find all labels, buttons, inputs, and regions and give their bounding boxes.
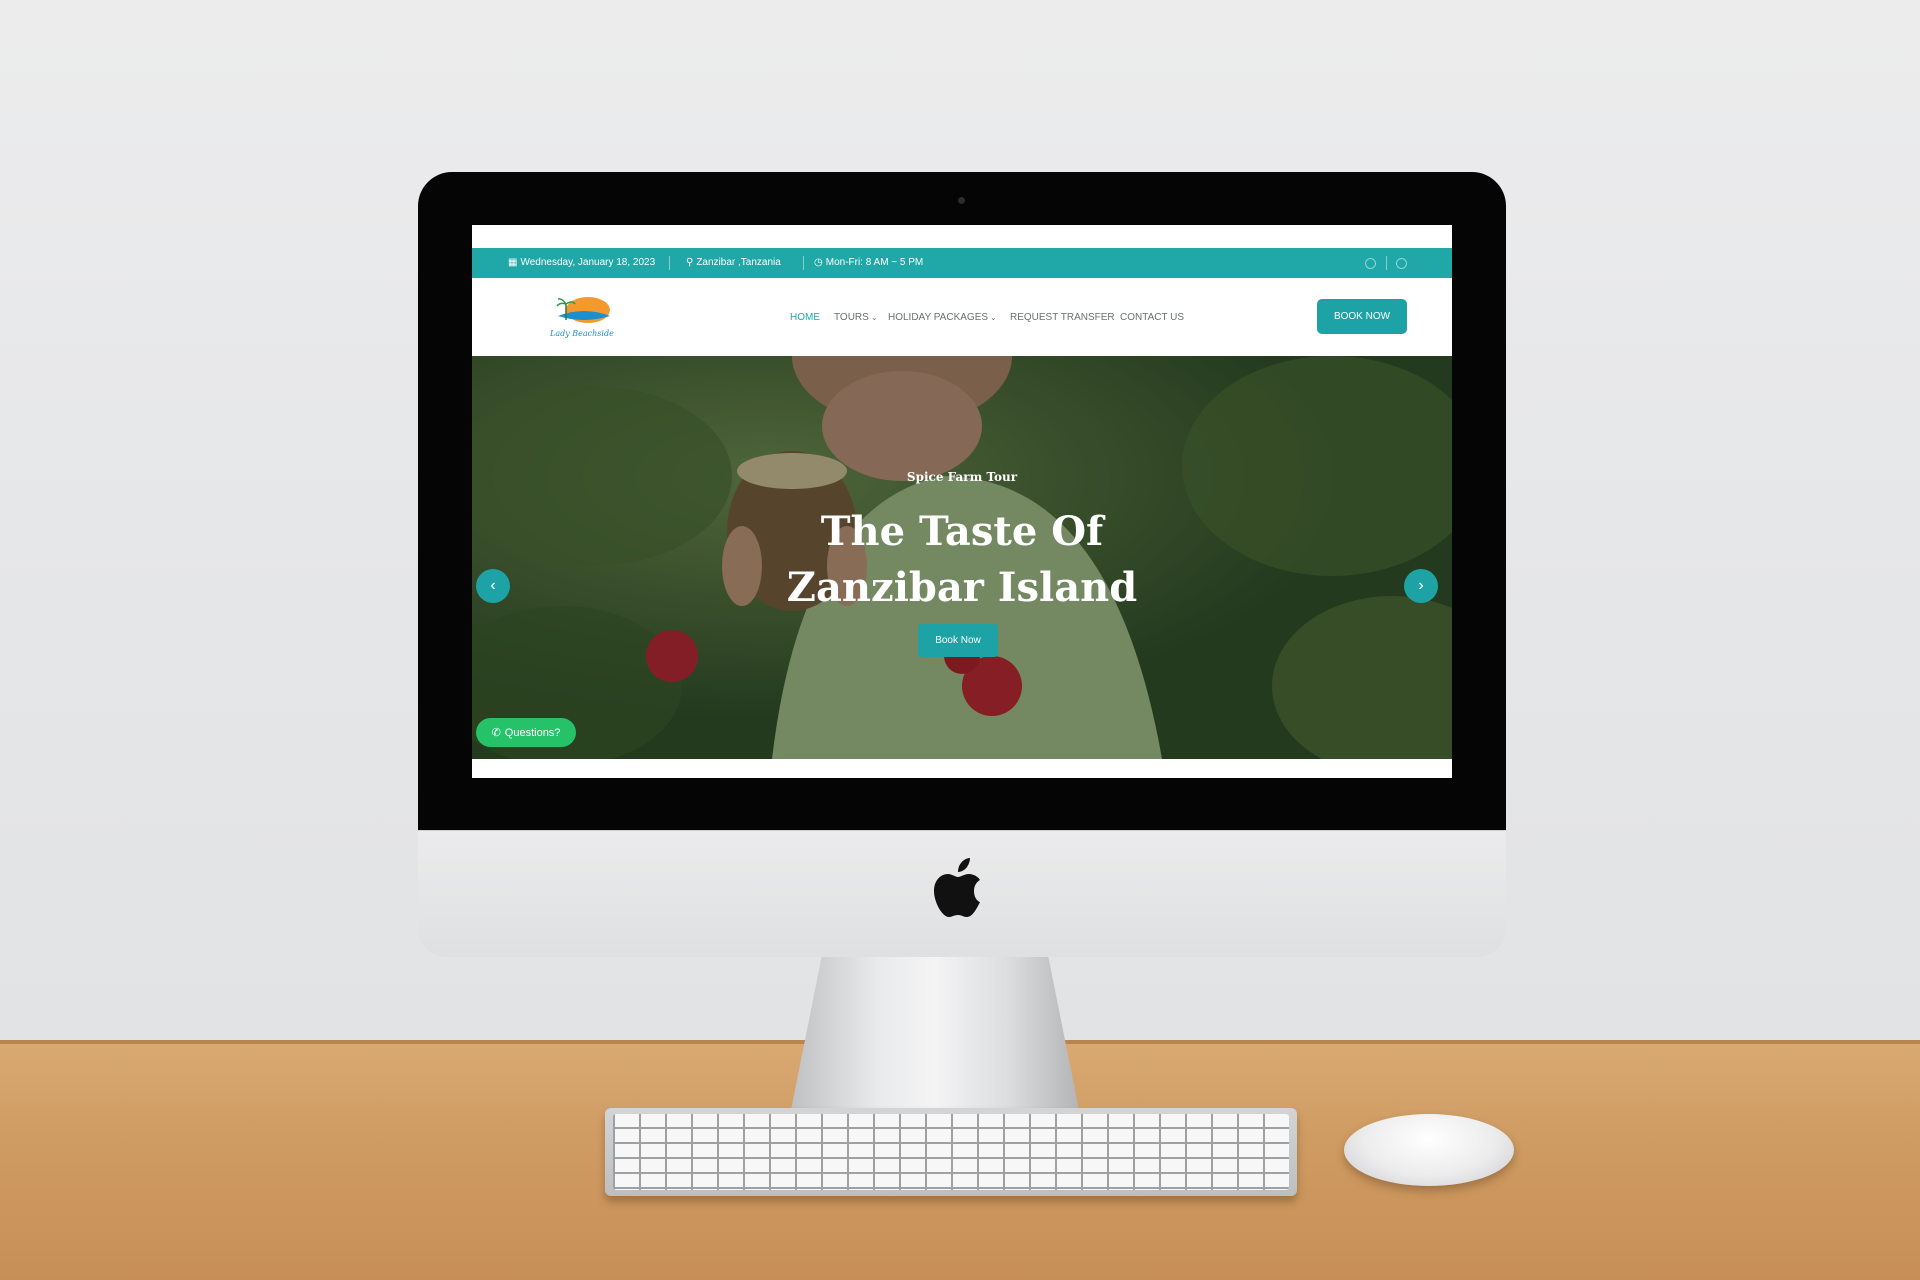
main-navbar: Lady Beachside HOME TOURS ⌄ HOLIDAY PACK… — [472, 278, 1452, 356]
divider — [803, 256, 804, 270]
nav-holiday-packages[interactable]: HOLIDAY PACKAGES ⌄ — [888, 312, 997, 323]
magic-mouse — [1344, 1114, 1514, 1186]
divider — [669, 256, 670, 270]
hero-title: The Taste Of Zanzibar Island — [472, 504, 1452, 616]
nav-contact-us[interactable]: CONTACT US — [1120, 312, 1184, 323]
location-text: Zanzibar ,Tanzania — [696, 257, 781, 268]
divider — [1386, 256, 1387, 270]
slider-next-button[interactable]: › — [1404, 569, 1438, 603]
date-text: Wednesday, January 18, 2023 — [520, 257, 656, 268]
nav-label: REQUEST TRANSFER — [1010, 312, 1115, 323]
svg-text:Lady Beachside: Lady Beachside — [549, 329, 614, 338]
nav-request-transfer[interactable]: REQUEST TRANSFER — [1010, 312, 1115, 323]
questions-label: Questions? — [504, 726, 561, 739]
keyboard — [605, 1108, 1297, 1196]
hours-info: ◷ Mon-Fri: 8 AM ~ 5 PM — [814, 257, 923, 268]
keyboard-key-rows — [613, 1114, 1289, 1190]
nav-label: HOLIDAY PACKAGES — [888, 312, 989, 323]
location-info: ⚲ Zanzibar ,Tanzania — [686, 257, 781, 268]
whatsapp-questions-button[interactable]: ✆ Questions? — [476, 718, 576, 747]
imac-stand — [790, 955, 1080, 1115]
nav-label: HOME — [790, 312, 820, 323]
clock-icon: ◷ — [814, 257, 823, 268]
website-screen: ▦ Wednesday, January 18, 2023 ⚲ Zanzibar… — [472, 225, 1452, 778]
whatsapp-icon: ✆ — [491, 727, 501, 739]
nav-tours[interactable]: TOURS ⌄ — [834, 312, 878, 323]
chevron-right-icon: › — [1418, 577, 1424, 594]
instagram-icon[interactable] — [1396, 258, 1407, 269]
hours-text: Mon-Fri: 8 AM ~ 5 PM — [825, 257, 924, 268]
hero-slider: Spice Farm Tour The Taste Of Zanzibar Is… — [472, 356, 1452, 759]
nav-label: CONTACT US — [1120, 312, 1185, 323]
chevron-down-icon: ⌄ — [870, 313, 878, 322]
site-logo[interactable]: Lady Beachside — [544, 294, 622, 340]
nav-home[interactable]: HOME — [790, 312, 820, 323]
hero-title-line-2: Zanzibar Island — [786, 564, 1138, 611]
nav-label: TOURS — [834, 312, 869, 323]
hero-subtitle: Spice Farm Tour — [906, 470, 1018, 484]
camera-icon — [958, 197, 965, 204]
apple-logo-icon — [934, 858, 980, 917]
chevron-left-icon: ‹ — [490, 577, 496, 594]
location-pin-icon: ⚲ — [686, 257, 694, 268]
hero-title-line-1: The Taste Of — [820, 508, 1104, 555]
book-now-button[interactable]: BOOK NOW — [1317, 299, 1407, 334]
hero-book-now-button[interactable]: Book Now — [918, 624, 998, 657]
date-info: ▦ Wednesday, January 18, 2023 — [508, 257, 655, 268]
slider-prev-button[interactable]: ‹ — [476, 569, 510, 603]
top-info-bar: ▦ Wednesday, January 18, 2023 ⚲ Zanzibar… — [472, 248, 1452, 278]
facebook-icon[interactable] — [1365, 258, 1376, 269]
chevron-down-icon: ⌄ — [990, 313, 997, 322]
calendar-icon: ▦ — [508, 257, 518, 268]
